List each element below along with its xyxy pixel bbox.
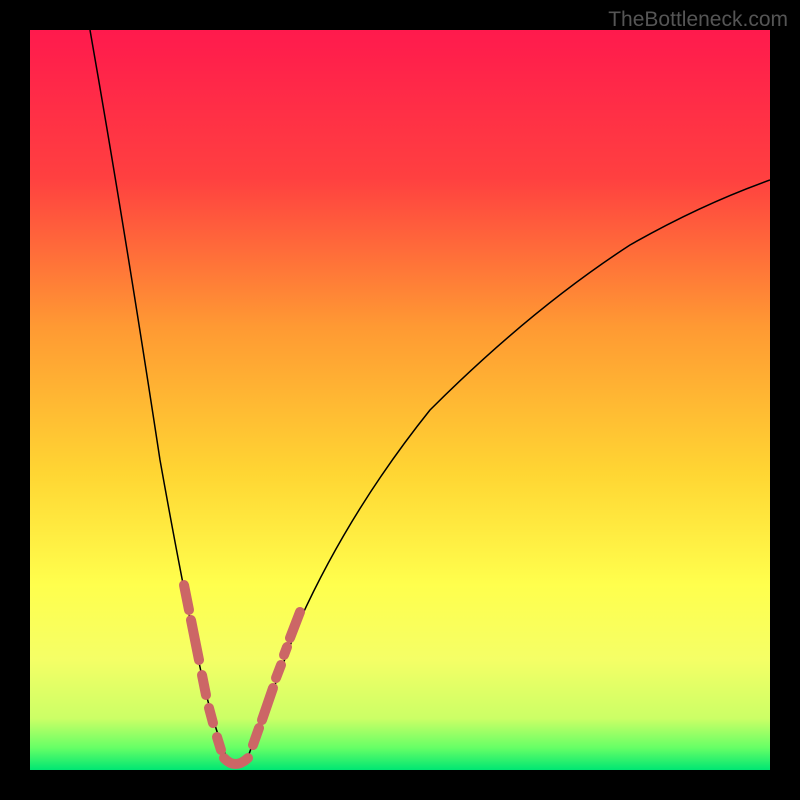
data-segment-4 bbox=[209, 708, 213, 723]
bottleneck-curve bbox=[30, 30, 770, 770]
data-segment-7 bbox=[262, 688, 273, 720]
chart-container bbox=[30, 30, 770, 770]
data-segment-2 bbox=[191, 620, 199, 660]
data-segment-9 bbox=[284, 647, 287, 655]
data-segment-5 bbox=[217, 737, 221, 750]
data-segment-3 bbox=[202, 675, 206, 695]
data-segment-8 bbox=[276, 665, 281, 678]
curve-left-branch bbox=[90, 30, 230, 765]
watermark-text: TheBottleneck.com bbox=[608, 8, 788, 32]
data-segment-bottom bbox=[224, 758, 248, 764]
data-segment-10 bbox=[290, 612, 300, 638]
curve-right-branch bbox=[245, 180, 770, 765]
data-segment-1 bbox=[184, 585, 189, 610]
data-segment-6 bbox=[253, 728, 259, 745]
